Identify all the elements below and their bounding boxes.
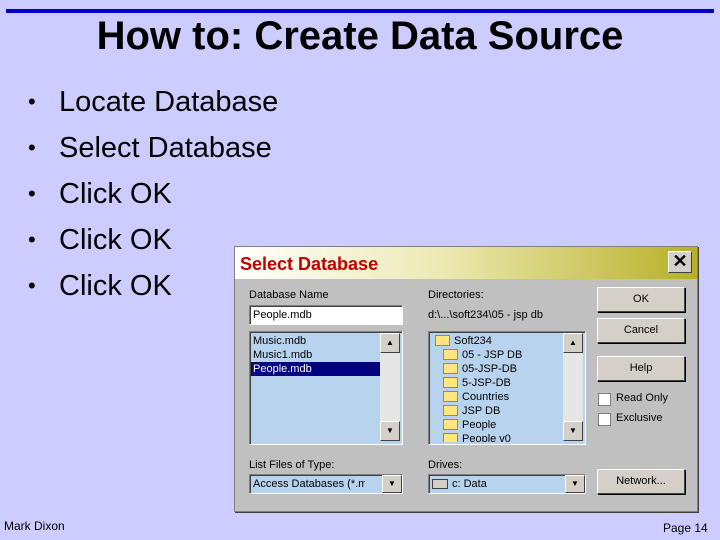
folder-item[interactable]: 5-JSP-DB <box>443 376 511 390</box>
folder-icon <box>443 432 458 442</box>
exclusive-label: Exclusive <box>616 412 663 424</box>
select-database-dialog: Select Database ✕ Database Name People.m… <box>234 246 698 512</box>
folder-icon <box>443 404 458 416</box>
network-button[interactable]: Network... <box>597 469 685 494</box>
scroll-down-button[interactable]: ▼ <box>563 421 583 441</box>
folder-open-icon <box>435 334 450 346</box>
chevron-down-icon[interactable]: ▼ <box>382 475 402 493</box>
bullet-dot: • <box>28 227 36 252</box>
folder-label: People v0 <box>462 433 511 442</box>
exclusive-checkbox[interactable] <box>598 413 611 426</box>
read-only-checkbox[interactable] <box>598 393 611 406</box>
folder-label: People <box>462 419 497 431</box>
scroll-down-button[interactable]: ▼ <box>380 421 400 441</box>
slide-title: How to: Create Data Source <box>96 14 624 58</box>
folder-label: Countries <box>462 391 510 403</box>
file-list[interactable]: Music.mdb Music1.mdb People.mdb ▲ ▼ <box>249 331 403 445</box>
footer-author: Mark Dixon <box>4 519 65 533</box>
file-item[interactable]: Music.mdb <box>253 334 306 348</box>
chevron-down-icon[interactable]: ▼ <box>565 475 585 493</box>
folder-label: 05-JSP-DB <box>462 363 518 375</box>
footer-page-number: Page 14 <box>663 521 708 535</box>
title-rule <box>6 9 714 13</box>
file-item[interactable]: Music1.mdb <box>253 348 312 362</box>
list-files-of-type-label: List Files of Type: <box>249 459 335 471</box>
bullet-dot: • <box>28 181 36 206</box>
bullet-text: Locate Database <box>59 86 279 118</box>
folder-icon <box>443 376 458 388</box>
dialog-titlebar[interactable]: Select Database <box>235 247 697 279</box>
dialog-title: Select Database <box>240 254 379 274</box>
ok-button[interactable]: OK <box>597 287 685 312</box>
folder-label: 05 - JSP DB <box>462 349 523 361</box>
bullet-dot: • <box>28 89 36 114</box>
folder-label: Soft234 <box>454 335 492 347</box>
file-type-value: Access Databases (*.mdb) <box>253 478 365 490</box>
bullet-item: • Select Database <box>28 128 278 174</box>
file-list-scrollbar[interactable]: ▲ ▼ <box>380 333 400 441</box>
close-icon: ✕ <box>672 251 688 271</box>
drive-select[interactable]: c: Data ▼ <box>428 474 586 494</box>
current-path: d:\...\soft234\05 - jsp db <box>428 309 543 321</box>
directory-list-scrollbar[interactable]: ▲ ▼ <box>563 333 583 441</box>
folder-open-icon <box>443 348 458 360</box>
folder-icon <box>443 418 458 430</box>
drive-icon <box>432 479 448 490</box>
close-button[interactable]: ✕ <box>668 251 692 273</box>
folder-item[interactable]: JSP DB <box>443 404 500 418</box>
scroll-up-button[interactable]: ▲ <box>563 333 583 353</box>
file-item-selected[interactable]: People.mdb <box>251 362 382 376</box>
folder-item[interactable]: People <box>443 418 496 432</box>
read-only-label: Read Only <box>616 392 668 404</box>
folder-item[interactable]: People v0 <box>443 432 511 442</box>
scroll-up-button[interactable]: ▲ <box>380 333 400 353</box>
folder-item[interactable]: 05 - JSP DB <box>443 348 522 362</box>
drive-value: c: Data <box>432 477 487 491</box>
directory-list[interactable]: Soft234 05 - JSP DB 05-JSP-DB 5-JSP-DB C… <box>428 331 586 445</box>
bullet-text: Click OK <box>59 178 172 210</box>
folder-label: JSP DB <box>462 405 501 417</box>
bullet-text: Click OK <box>59 270 172 302</box>
folder-icon <box>443 390 458 402</box>
folder-item[interactable]: 05-JSP-DB <box>443 362 517 376</box>
folder-item[interactable]: Countries <box>443 390 509 404</box>
bullet-text: Click OK <box>59 224 172 256</box>
database-name-label: Database Name <box>249 289 329 301</box>
bullet-item: • Locate Database <box>28 82 278 128</box>
help-button[interactable]: Help <box>597 356 685 381</box>
folder-item[interactable]: Soft234 <box>435 334 492 348</box>
bullet-item: • Click OK <box>28 174 278 220</box>
database-name-value: People.mdb <box>253 309 312 321</box>
bullet-dot: • <box>28 135 36 160</box>
folder-icon <box>443 362 458 374</box>
file-type-select[interactable]: Access Databases (*.mdb) ▼ <box>249 474 403 494</box>
drives-label: Drives: <box>428 459 463 471</box>
directories-label: Directories: <box>428 289 484 301</box>
bullet-dot: • <box>28 273 36 298</box>
cancel-button[interactable]: Cancel <box>597 318 685 343</box>
database-name-input[interactable]: People.mdb <box>249 305 403 325</box>
folder-label: 5-JSP-DB <box>462 377 511 389</box>
bullet-text: Select Database <box>59 132 272 164</box>
